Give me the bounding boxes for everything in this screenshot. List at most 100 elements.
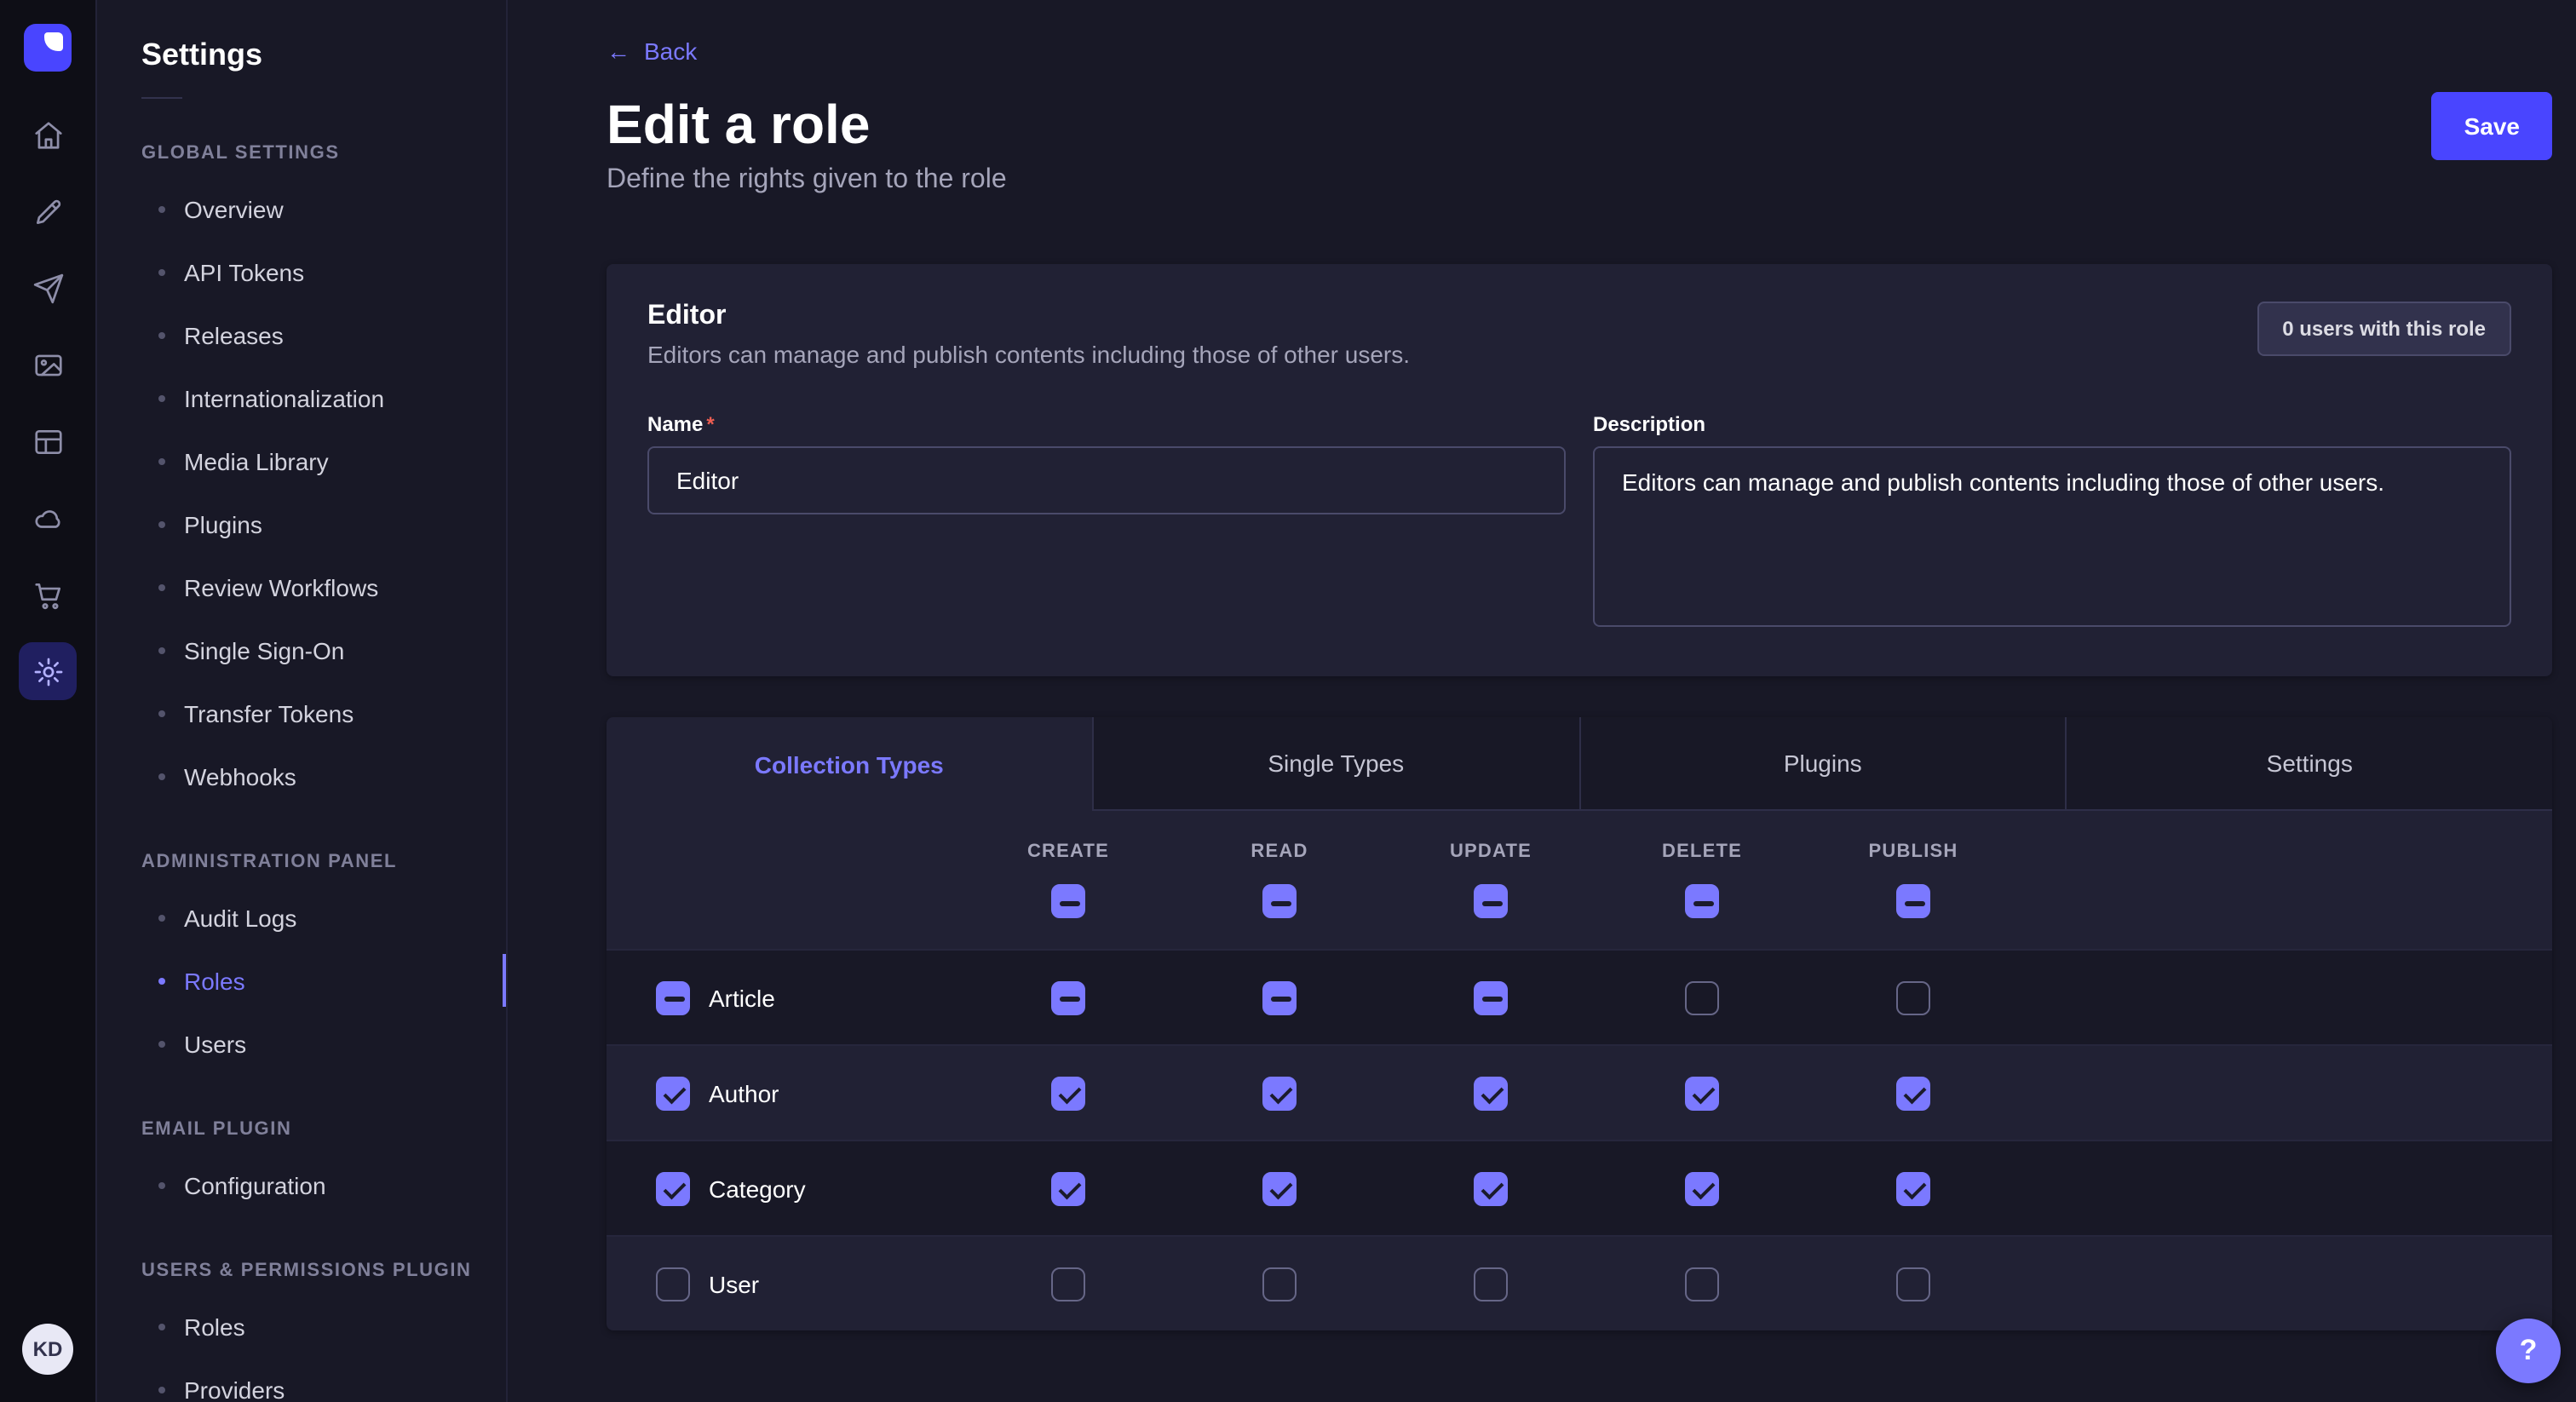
user-avatar[interactable]: KD <box>22 1324 73 1375</box>
bullet-dot-icon <box>158 773 165 779</box>
row-select-checkbox[interactable] <box>656 980 690 1014</box>
category-create-checkbox[interactable] <box>1051 1171 1085 1205</box>
category-read-checkbox[interactable] <box>1262 1171 1297 1205</box>
category-update-checkbox[interactable] <box>1474 1171 1508 1205</box>
section-heading: EMAIL PLUGIN <box>97 1119 506 1140</box>
select-all-read-checkbox[interactable] <box>1262 884 1297 918</box>
sidebar-item-overview[interactable]: Overview <box>97 177 506 240</box>
sidebar-item-single-sign-on[interactable]: Single Sign-On <box>97 618 506 681</box>
tab-collection-types[interactable]: Collection Types <box>607 717 1092 811</box>
nav-content-builder[interactable] <box>19 182 77 240</box>
layout-icon <box>32 425 64 457</box>
section-heading: ADMINISTRATION PANEL <box>97 852 506 872</box>
nav-media-library[interactable] <box>19 336 77 394</box>
column-header-update: UPDATE <box>1450 842 1532 862</box>
nav-settings[interactable] <box>19 642 77 700</box>
select-all-publish-checkbox[interactable] <box>1896 884 1930 918</box>
user-create-checkbox[interactable] <box>1051 1267 1085 1301</box>
author-read-checkbox[interactable] <box>1262 1076 1297 1110</box>
sidebar-item-label: Audit Logs <box>184 904 296 931</box>
select-all-delete-checkbox[interactable] <box>1685 884 1719 918</box>
sidebar-item-label: Single Sign-On <box>184 636 344 664</box>
sidebar-item-api-tokens[interactable]: API Tokens <box>97 240 506 303</box>
nav-marketplace[interactable] <box>19 566 77 623</box>
strapi-logo[interactable] <box>24 24 72 72</box>
select-all-create-checkbox[interactable] <box>1051 884 1085 918</box>
permission-row-article: Article <box>607 949 2552 1044</box>
user-publish-checkbox[interactable] <box>1896 1267 1930 1301</box>
bullet-dot-icon <box>158 1181 165 1188</box>
nav-cloud[interactable] <box>19 489 77 547</box>
permissions-tabs: Collection Types Single Types Plugins Se… <box>607 717 2552 811</box>
article-create-checkbox[interactable] <box>1051 980 1085 1014</box>
user-update-checkbox[interactable] <box>1474 1267 1508 1301</box>
tab-settings[interactable]: Settings <box>2066 717 2553 811</box>
sidebar-item-label: Configuration <box>184 1171 326 1198</box>
nav-home[interactable] <box>19 106 77 164</box>
sidebar-item-label: Transfer Tokens <box>184 699 354 727</box>
section-heading: USERS & PERMISSIONS PLUGIN <box>97 1261 506 1281</box>
category-publish-checkbox[interactable] <box>1896 1171 1930 1205</box>
bullet-dot-icon <box>158 646 165 653</box>
users-with-role-badge[interactable]: 0 users with this role <box>2257 302 2511 356</box>
nav-layout[interactable] <box>19 412 77 470</box>
column-header-read: READ <box>1251 842 1308 862</box>
row-label: Category <box>709 1175 806 1202</box>
sidebar-item-media-library[interactable]: Media Library <box>97 429 506 492</box>
required-asterisk: * <box>706 412 714 436</box>
sidebar-item-label: Roles <box>184 1313 245 1340</box>
save-button[interactable]: Save <box>2432 92 2552 160</box>
nav-deploy[interactable] <box>19 259 77 317</box>
sidebar-item-configuration[interactable]: Configuration <box>97 1153 506 1216</box>
sidebar-item-releases[interactable]: Releases <box>97 303 506 366</box>
author-publish-checkbox[interactable] <box>1896 1076 1930 1110</box>
column-header-delete: DELETE <box>1662 842 1742 862</box>
sidebar-item-roles[interactable]: Roles <box>97 949 506 1012</box>
sidebar-item-users[interactable]: Users <box>97 1012 506 1075</box>
sidebar-item-plugins[interactable]: Plugins <box>97 492 506 555</box>
sidebar-item-providers[interactable]: Providers <box>97 1358 506 1402</box>
author-delete-checkbox[interactable] <box>1685 1076 1719 1110</box>
role-description-input[interactable]: Editors can manage and publish contents … <box>1593 446 2511 627</box>
author-create-checkbox[interactable] <box>1051 1076 1085 1110</box>
sidebar-section-global-settings: GLOBAL SETTINGS Overview API Tokens Rele… <box>97 143 506 807</box>
category-delete-checkbox[interactable] <box>1685 1171 1719 1205</box>
role-description-text: Editors can manage and publish contents … <box>647 341 1410 368</box>
sidebar-item-label: Plugins <box>184 510 262 537</box>
back-link[interactable]: ← Back <box>607 37 697 65</box>
article-delete-checkbox[interactable] <box>1685 980 1719 1014</box>
user-delete-checkbox[interactable] <box>1685 1267 1719 1301</box>
description-field-label: Description <box>1593 412 1705 436</box>
sidebar-item-transfer-tokens[interactable]: Transfer Tokens <box>97 681 506 744</box>
sidebar-section-administration-panel: ADMINISTRATION PANEL Audit Logs Roles Us… <box>97 852 506 1075</box>
row-label: Author <box>709 1079 779 1106</box>
select-all-update-checkbox[interactable] <box>1474 884 1508 918</box>
sidebar-title: Settings <box>97 37 506 73</box>
user-read-checkbox[interactable] <box>1262 1267 1297 1301</box>
row-select-checkbox[interactable] <box>656 1267 690 1301</box>
role-name-input[interactable] <box>647 446 1566 514</box>
bullet-dot-icon <box>158 205 165 212</box>
main-content: ← Back Edit a role Define the rights giv… <box>508 0 2576 1402</box>
sidebar-item-review-workflows[interactable]: Review Workflows <box>97 555 506 618</box>
sidebar-item-audit-logs[interactable]: Audit Logs <box>97 886 506 949</box>
sidebar-item-label: Overview <box>184 195 284 222</box>
tab-plugins[interactable]: Plugins <box>1578 717 2066 811</box>
article-update-checkbox[interactable] <box>1474 980 1508 1014</box>
sidebar-item-webhooks[interactable]: Webhooks <box>97 744 506 807</box>
image-icon <box>32 348 64 381</box>
sidebar-item-up-roles[interactable]: Roles <box>97 1295 506 1358</box>
pencil-icon <box>32 195 64 227</box>
tab-single-types[interactable]: Single Types <box>1092 717 1579 811</box>
article-read-checkbox[interactable] <box>1262 980 1297 1014</box>
help-button[interactable]: ? <box>2496 1319 2561 1383</box>
row-select-checkbox[interactable] <box>656 1171 690 1205</box>
sidebar-item-internationalization[interactable]: Internationalization <box>97 366 506 429</box>
role-details-card: Editor Editors can manage and publish co… <box>607 264 2552 676</box>
app-window: KD Settings GLOBAL SETTINGS Overview API… <box>0 0 2576 1402</box>
article-publish-checkbox[interactable] <box>1896 980 1930 1014</box>
column-header-publish: PUBLISH <box>1869 842 1958 862</box>
row-select-checkbox[interactable] <box>656 1076 690 1110</box>
bullet-dot-icon <box>158 1323 165 1330</box>
author-update-checkbox[interactable] <box>1474 1076 1508 1110</box>
